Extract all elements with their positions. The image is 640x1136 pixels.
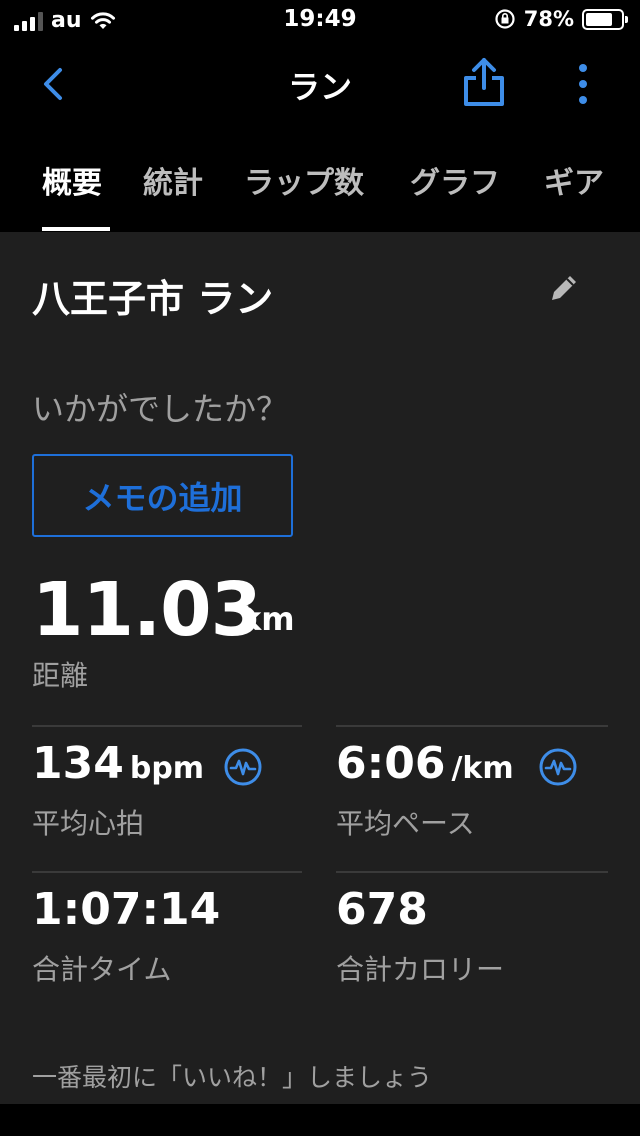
- battery-percent: 78%: [523, 7, 574, 31]
- avg-pace-value: 6:06/km: [336, 738, 514, 789]
- distance-label: 距離: [32, 659, 89, 692]
- avg-pace-label: 平均ペース: [336, 807, 475, 840]
- distance-value: 11.03: [32, 567, 262, 653]
- more-vertical-icon[interactable]: [570, 62, 596, 106]
- feedback-question: いかがでしたか？: [32, 390, 289, 428]
- divider: [32, 871, 302, 873]
- avg-heart-rate-label: 平均心拍: [32, 807, 145, 840]
- chevron-left-icon[interactable]: [38, 64, 68, 104]
- divider: [336, 725, 608, 727]
- tab-overview[interactable]: 概要: [42, 158, 102, 202]
- total-time-label: 合計タイム: [32, 953, 172, 986]
- total-calories-value: 678: [336, 884, 428, 935]
- total-time-value: 1:07:14: [32, 884, 221, 935]
- avg-heart-rate-value: 134 bpm: [32, 738, 205, 789]
- tab-bar: 概要 統計 ラップ数 グラフ ギア: [0, 130, 640, 232]
- battery-icon: [582, 8, 628, 30]
- share-icon[interactable]: [462, 56, 506, 108]
- tab-active-indicator: [42, 227, 110, 231]
- overview-panel: 八王子市 ラン いかがでしたか？ メモの追加 11.03 km 距離 134 bp…: [0, 232, 640, 1104]
- heart-rate-icon[interactable]: [223, 747, 263, 787]
- heart-rate-icon[interactable]: [538, 747, 578, 787]
- status-right: 78%: [494, 7, 628, 31]
- pencil-icon[interactable]: [546, 270, 582, 306]
- page-title: ラン: [287, 68, 352, 106]
- tab-stats[interactable]: 統計: [143, 158, 203, 202]
- tab-graph[interactable]: グラフ: [410, 158, 500, 202]
- nav-bar: ラン: [0, 40, 640, 130]
- orientation-lock-icon: [495, 9, 515, 29]
- like-prompt[interactable]: 一番最初に「いいね！」しましょう: [32, 1058, 432, 1094]
- distance-unit: km: [240, 600, 295, 638]
- status-bar: au 19:49 78%: [0, 0, 640, 40]
- activity-name: 八王子市 ラン: [32, 277, 274, 321]
- add-memo-button[interactable]: メモの追加: [32, 454, 293, 537]
- total-calories-label: 合計カロリー: [336, 953, 505, 986]
- tab-gear[interactable]: ギア: [544, 158, 604, 202]
- tab-laps[interactable]: ラップ数: [244, 158, 364, 202]
- divider: [336, 871, 608, 873]
- divider: [32, 725, 302, 727]
